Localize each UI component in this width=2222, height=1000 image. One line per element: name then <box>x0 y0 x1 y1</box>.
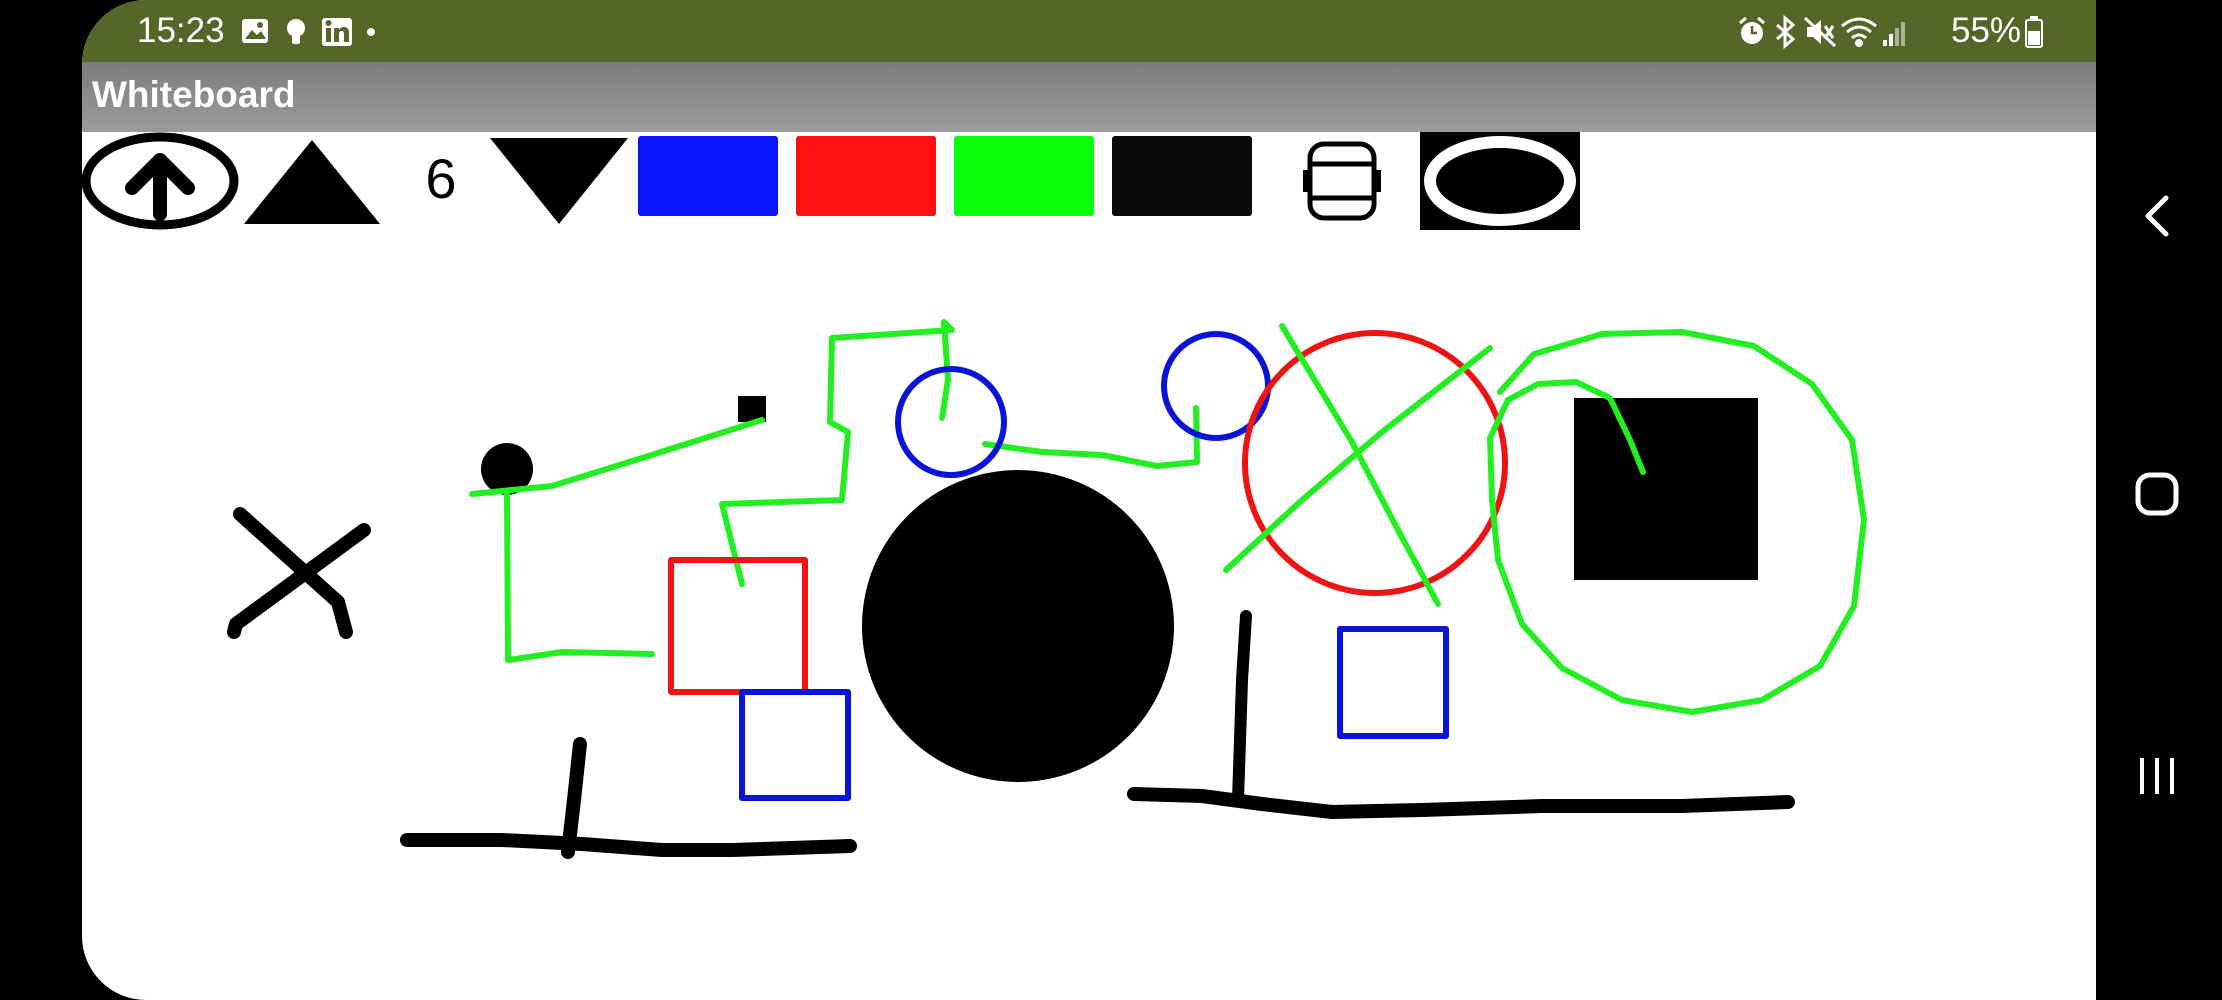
alarm-icon <box>1739 16 1765 44</box>
black-square <box>1574 398 1758 580</box>
increase-size-button[interactable] <box>242 138 382 226</box>
stroke-green-loop <box>1487 329 1867 715</box>
stroke-black-line-left <box>400 833 857 857</box>
triangle-down-icon <box>490 138 628 224</box>
title-bar: Whiteboard <box>82 62 2096 132</box>
blue-square-left <box>739 689 851 801</box>
arrow-up-circle-icon <box>82 132 239 230</box>
eraser-button[interactable] <box>1302 140 1382 222</box>
blue-square-right <box>1337 626 1449 739</box>
red-square <box>668 557 808 695</box>
blue-circle-right <box>1161 331 1271 441</box>
whiteboard-app: 15:23 55% Whiteboard 6 <box>82 0 2096 1000</box>
home-icon[interactable] <box>2135 472 2179 516</box>
triangle-up-icon <box>244 140 380 224</box>
dot-icon <box>367 28 375 36</box>
battery-icon <box>2025 16 2043 48</box>
navigation-bar <box>2096 0 2222 1000</box>
stroke-green-x-b <box>1223 345 1493 573</box>
color-swatch-blue[interactable] <box>638 136 778 216</box>
color-swatch-black[interactable] <box>1112 136 1252 216</box>
black-big-circle <box>862 470 1174 782</box>
blue-circle-left <box>895 366 1007 478</box>
red-circle <box>1242 330 1508 596</box>
status-time: 15:23 <box>137 11 225 50</box>
lightbulb-icon <box>287 19 305 44</box>
decrease-size-button[interactable] <box>488 136 630 226</box>
black-small-square <box>738 396 766 422</box>
shape-tool-button[interactable] <box>1420 132 1580 230</box>
bluetooth-icon <box>1776 14 1796 50</box>
upload-button[interactable] <box>82 132 242 232</box>
brush-size-value: 6 <box>425 147 457 210</box>
eraser-icon <box>1303 141 1381 221</box>
stroke-black-line-right <box>1127 787 1795 819</box>
linkedin-icon <box>322 18 352 46</box>
black-dot <box>481 443 533 495</box>
mute-icon <box>1803 16 1837 48</box>
status-bar: 15:23 55% <box>82 0 2096 62</box>
ellipse-icon <box>1424 136 1576 226</box>
stroke-black-x-a <box>233 507 353 639</box>
image-icon <box>242 19 268 43</box>
signal-icon <box>1883 22 1905 46</box>
stroke-green-path-mid <box>719 319 1200 587</box>
color-swatch-red[interactable] <box>796 136 936 216</box>
battery-percent: 55% <box>1951 11 2022 50</box>
stroke-black-x-b <box>227 523 371 639</box>
stroke-green-x-a <box>1279 323 1441 607</box>
stroke-black-tick-right <box>1232 610 1252 806</box>
stroke-black-tick-left <box>561 737 587 859</box>
wifi-icon <box>1841 17 1877 47</box>
app-title: Whiteboard <box>92 74 296 115</box>
back-icon[interactable] <box>2145 195 2169 237</box>
recents-icon[interactable] <box>2140 758 2174 794</box>
color-swatch-green[interactable] <box>954 136 1094 216</box>
stroke-green-path-left <box>469 417 765 663</box>
